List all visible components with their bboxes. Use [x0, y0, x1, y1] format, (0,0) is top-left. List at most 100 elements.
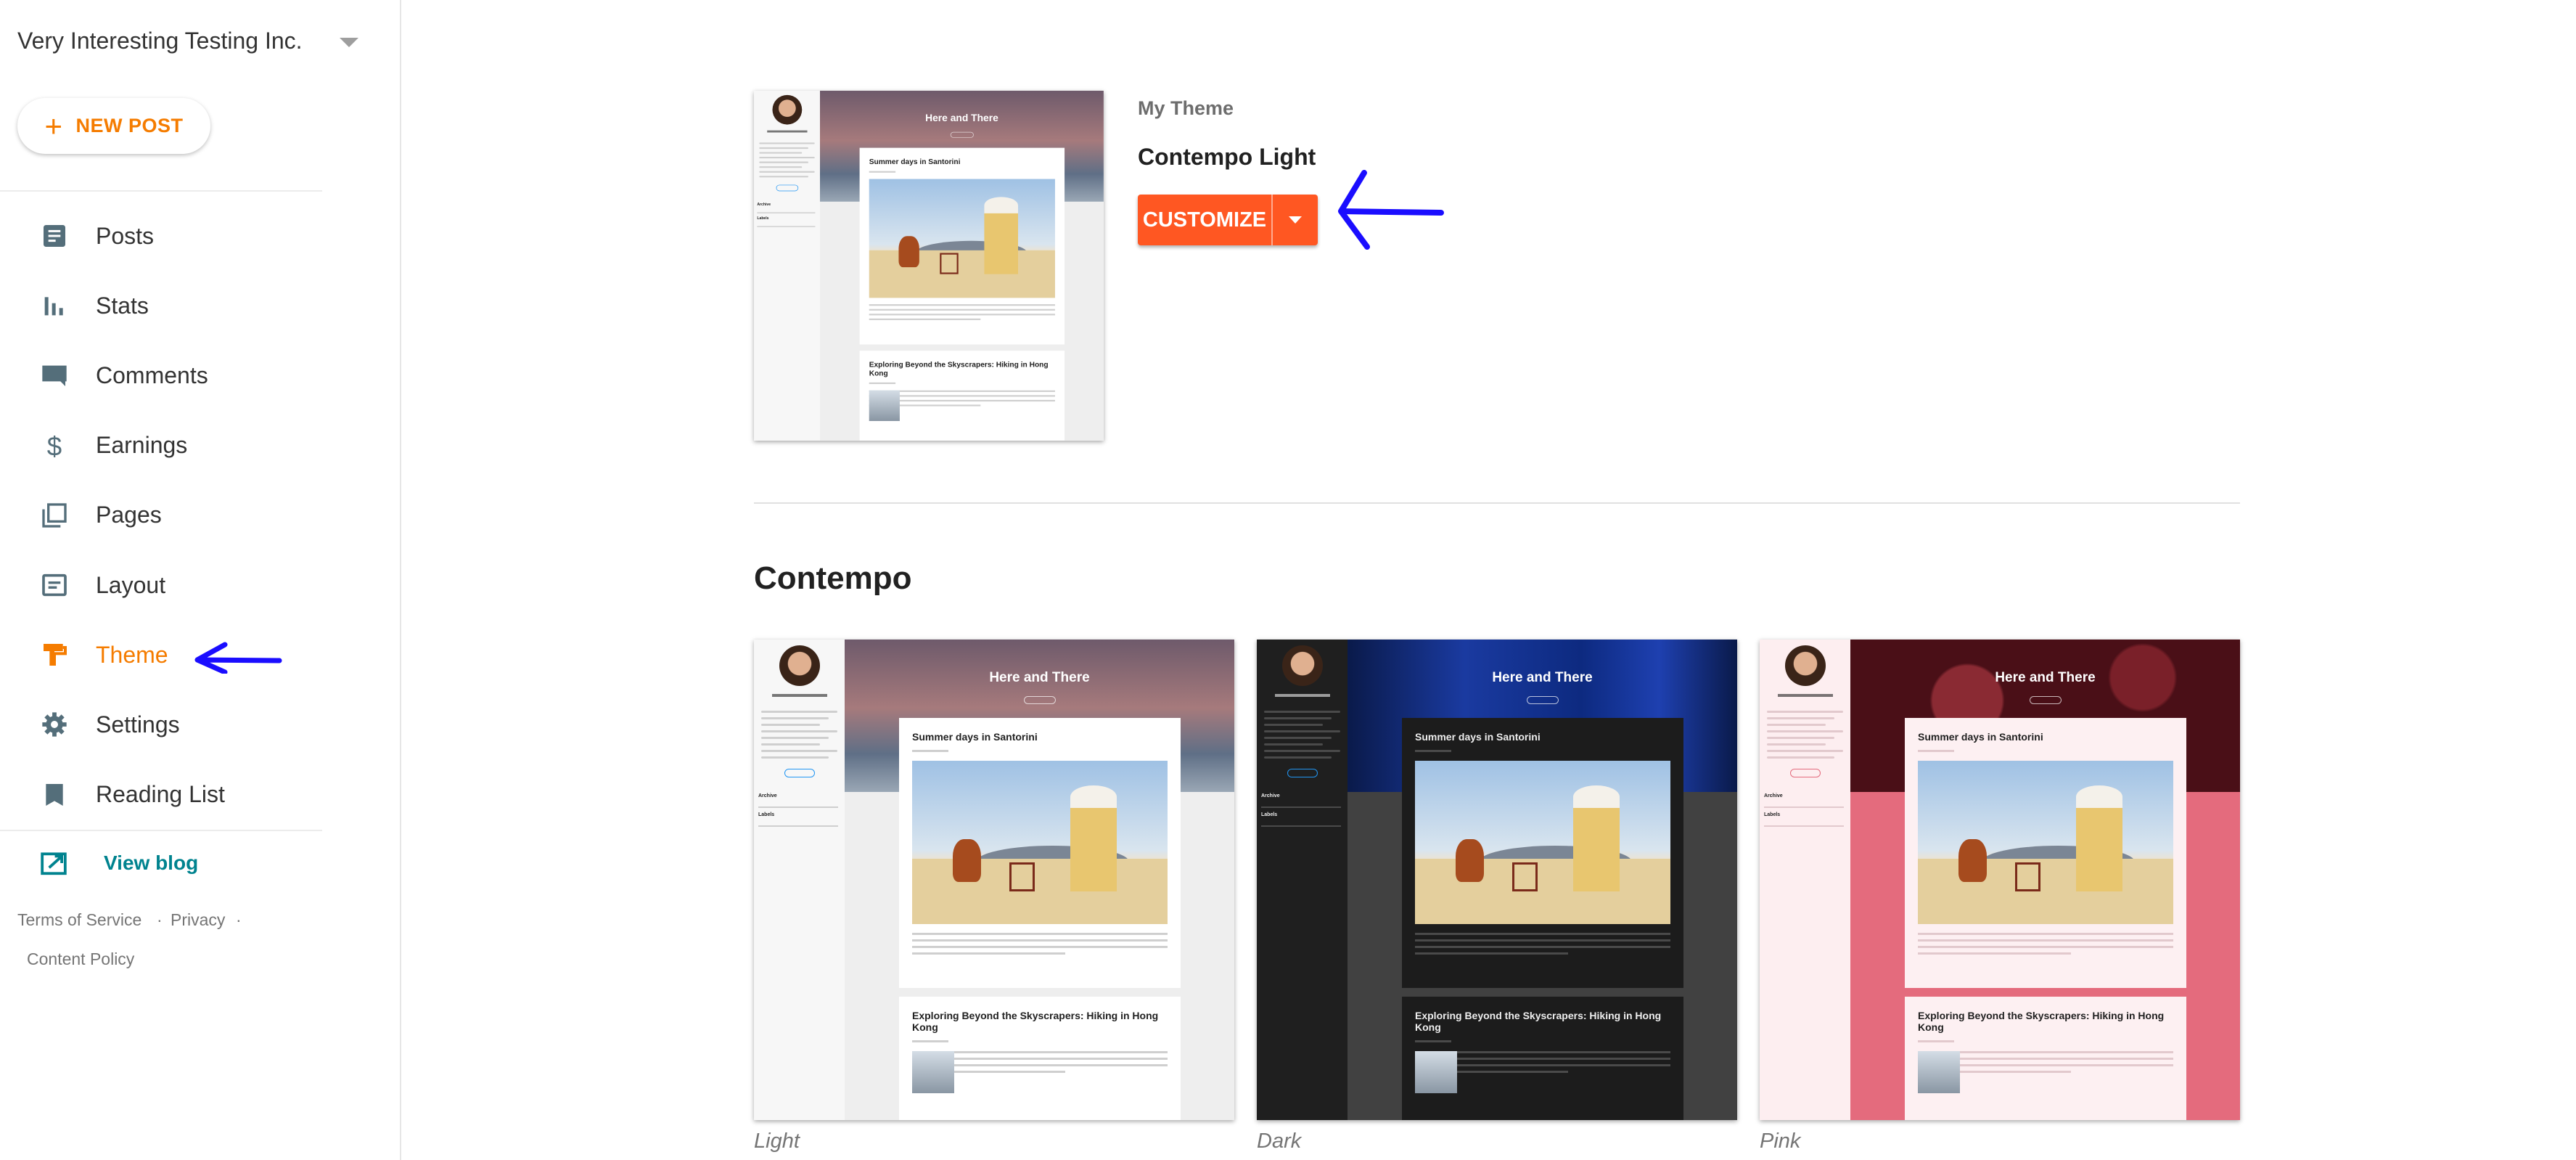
- post-card: Exploring Beyond the Skyscrapers: Hiking…: [859, 351, 1065, 441]
- text-line: [759, 176, 808, 178]
- stats-icon: [40, 291, 69, 320]
- sidebar-item-label: Reading List: [96, 781, 225, 808]
- separator: ·: [157, 910, 163, 929]
- sidebar-item-settings[interactable]: Settings: [0, 695, 322, 753]
- theme-label: Dark: [1257, 1130, 1302, 1153]
- dollar-icon: $: [40, 431, 69, 460]
- text-line: [761, 717, 829, 719]
- post-card: Summer days in Santorini: [1402, 718, 1683, 988]
- customize-button[interactable]: CUSTOMIZE: [1138, 195, 1273, 245]
- new-post-button[interactable]: + NEW POST: [17, 98, 210, 154]
- text-line: [1767, 756, 1834, 759]
- text-line: [759, 152, 803, 154]
- sidebar-item-stats[interactable]: Stats: [0, 277, 322, 335]
- sidebar-item-comments[interactable]: Comments: [0, 346, 322, 404]
- svg-text:$: $: [47, 431, 62, 460]
- author-name: [1778, 694, 1833, 697]
- theme-label: Pink: [1760, 1130, 1801, 1153]
- profile-button: [1790, 769, 1821, 777]
- text-line: [1767, 724, 1826, 726]
- divider: [0, 830, 322, 831]
- text-line: [1264, 743, 1323, 746]
- sidebar-item-label: Posts: [96, 222, 155, 249]
- paint-roller-icon: [40, 640, 69, 669]
- comments-icon: [40, 361, 69, 390]
- sidebar-item-earnings[interactable]: $ Earnings: [0, 417, 322, 475]
- content-policy-link[interactable]: Content Policy: [27, 949, 134, 969]
- post-card: Summer days in Santorini: [899, 718, 1181, 988]
- plus-icon: +: [44, 108, 63, 143]
- text-line: [759, 166, 803, 168]
- sidebar: Very Interesting Testing Inc. + NEW POST…: [0, 0, 401, 1160]
- text-line: [761, 743, 820, 746]
- labels-widget: Labels: [1261, 812, 1341, 827]
- author-avatar: [1785, 645, 1826, 686]
- current-theme-preview[interactable]: Archive Labels Here and There Summer days i…: [754, 91, 1104, 441]
- blog-title: Here and There: [1995, 670, 2096, 685]
- post-card: Exploring Beyond the Skyscrapers: Hiking…: [1402, 997, 1683, 1120]
- text-line: [759, 147, 808, 150]
- text-line: [1767, 737, 1834, 739]
- annotation-arrow-icon: [194, 642, 282, 674]
- author-avatar: [1282, 645, 1323, 686]
- theme-card-dark[interactable]: Archive Labels Here and There Summer days i…: [1257, 640, 1737, 1120]
- view-blog-link[interactable]: View blog: [40, 849, 198, 877]
- post-title: Exploring Beyond the Skyscrapers: Hiking…: [1918, 1010, 2165, 1033]
- archive-widget: Archive: [1764, 793, 1844, 808]
- text-line: [1264, 730, 1340, 732]
- text-line: [759, 161, 808, 163]
- preview-sidebar: Archive Labels: [754, 91, 820, 441]
- layout-icon: [40, 571, 69, 600]
- view-blog-label: View blog: [104, 851, 199, 874]
- labels-widget: Labels: [1764, 812, 1844, 827]
- text-line: [1264, 756, 1332, 759]
- hong-kong-photo: [912, 1051, 954, 1093]
- theme-family-title: Contempo: [754, 560, 912, 596]
- sidebar-item-label: Theme: [96, 641, 168, 668]
- bookmark-icon: [40, 780, 69, 809]
- author-name: [767, 130, 808, 133]
- subscribe-button: [1527, 696, 1559, 704]
- theme-card-pink[interactable]: Archive Labels Here and There Summer days i…: [1760, 640, 2240, 1120]
- post-title: Exploring Beyond the Skyscrapers: Hiking…: [1415, 1010, 1662, 1033]
- preview-sidebar: Archive Labels: [754, 640, 845, 1120]
- posts-icon: [40, 221, 69, 250]
- profile-button: [1287, 769, 1318, 777]
- blog-selector[interactable]: Very Interesting Testing Inc.: [17, 28, 303, 54]
- text-line: [1264, 711, 1340, 713]
- sidebar-item-pages[interactable]: Pages: [0, 486, 322, 544]
- author-avatar: [779, 645, 820, 686]
- santorini-photo: [1415, 761, 1670, 924]
- my-theme-label: My Theme: [1138, 97, 1234, 119]
- hong-kong-photo: [1415, 1051, 1457, 1093]
- sidebar-item-label: Stats: [96, 292, 149, 319]
- labels-widget: Labels: [758, 812, 838, 827]
- preview-sidebar: Archive Labels: [1760, 640, 1850, 1120]
- customize-button-group: CUSTOMIZE: [1138, 195, 1318, 245]
- archive-widget: Archive: [757, 203, 816, 213]
- sidebar-item-layout[interactable]: Layout: [0, 556, 322, 614]
- gear-icon: [40, 710, 69, 739]
- post-title: Exploring Beyond the Skyscrapers: Hiking…: [869, 360, 1049, 377]
- sidebar-item-reading-list[interactable]: Reading List: [0, 766, 322, 824]
- text-line: [1767, 717, 1834, 719]
- text-line: [761, 737, 829, 739]
- customize-dropdown-button[interactable]: [1273, 195, 1318, 245]
- profile-button: [776, 184, 799, 192]
- terms-link[interactable]: Terms of Service: [17, 910, 141, 930]
- author-name: [1275, 694, 1330, 697]
- author-name: [772, 694, 827, 697]
- sidebar-item-posts[interactable]: Posts: [0, 207, 322, 265]
- santorini-photo: [869, 179, 1055, 298]
- text-line: [761, 750, 837, 752]
- preview-sidebar: Archive Labels: [1257, 640, 1348, 1120]
- text-line: [759, 142, 815, 144]
- chevron-down-icon[interactable]: [340, 38, 358, 47]
- separator: ·: [236, 910, 242, 929]
- subscribe-button: [2030, 696, 2062, 704]
- privacy-link[interactable]: Privacy: [171, 910, 225, 930]
- text-line: [759, 157, 815, 159]
- text-line: [761, 756, 829, 759]
- theme-card-light[interactable]: Archive Labels Here and There Summer days i…: [754, 640, 1234, 1120]
- caret-down-icon: [1289, 216, 1302, 224]
